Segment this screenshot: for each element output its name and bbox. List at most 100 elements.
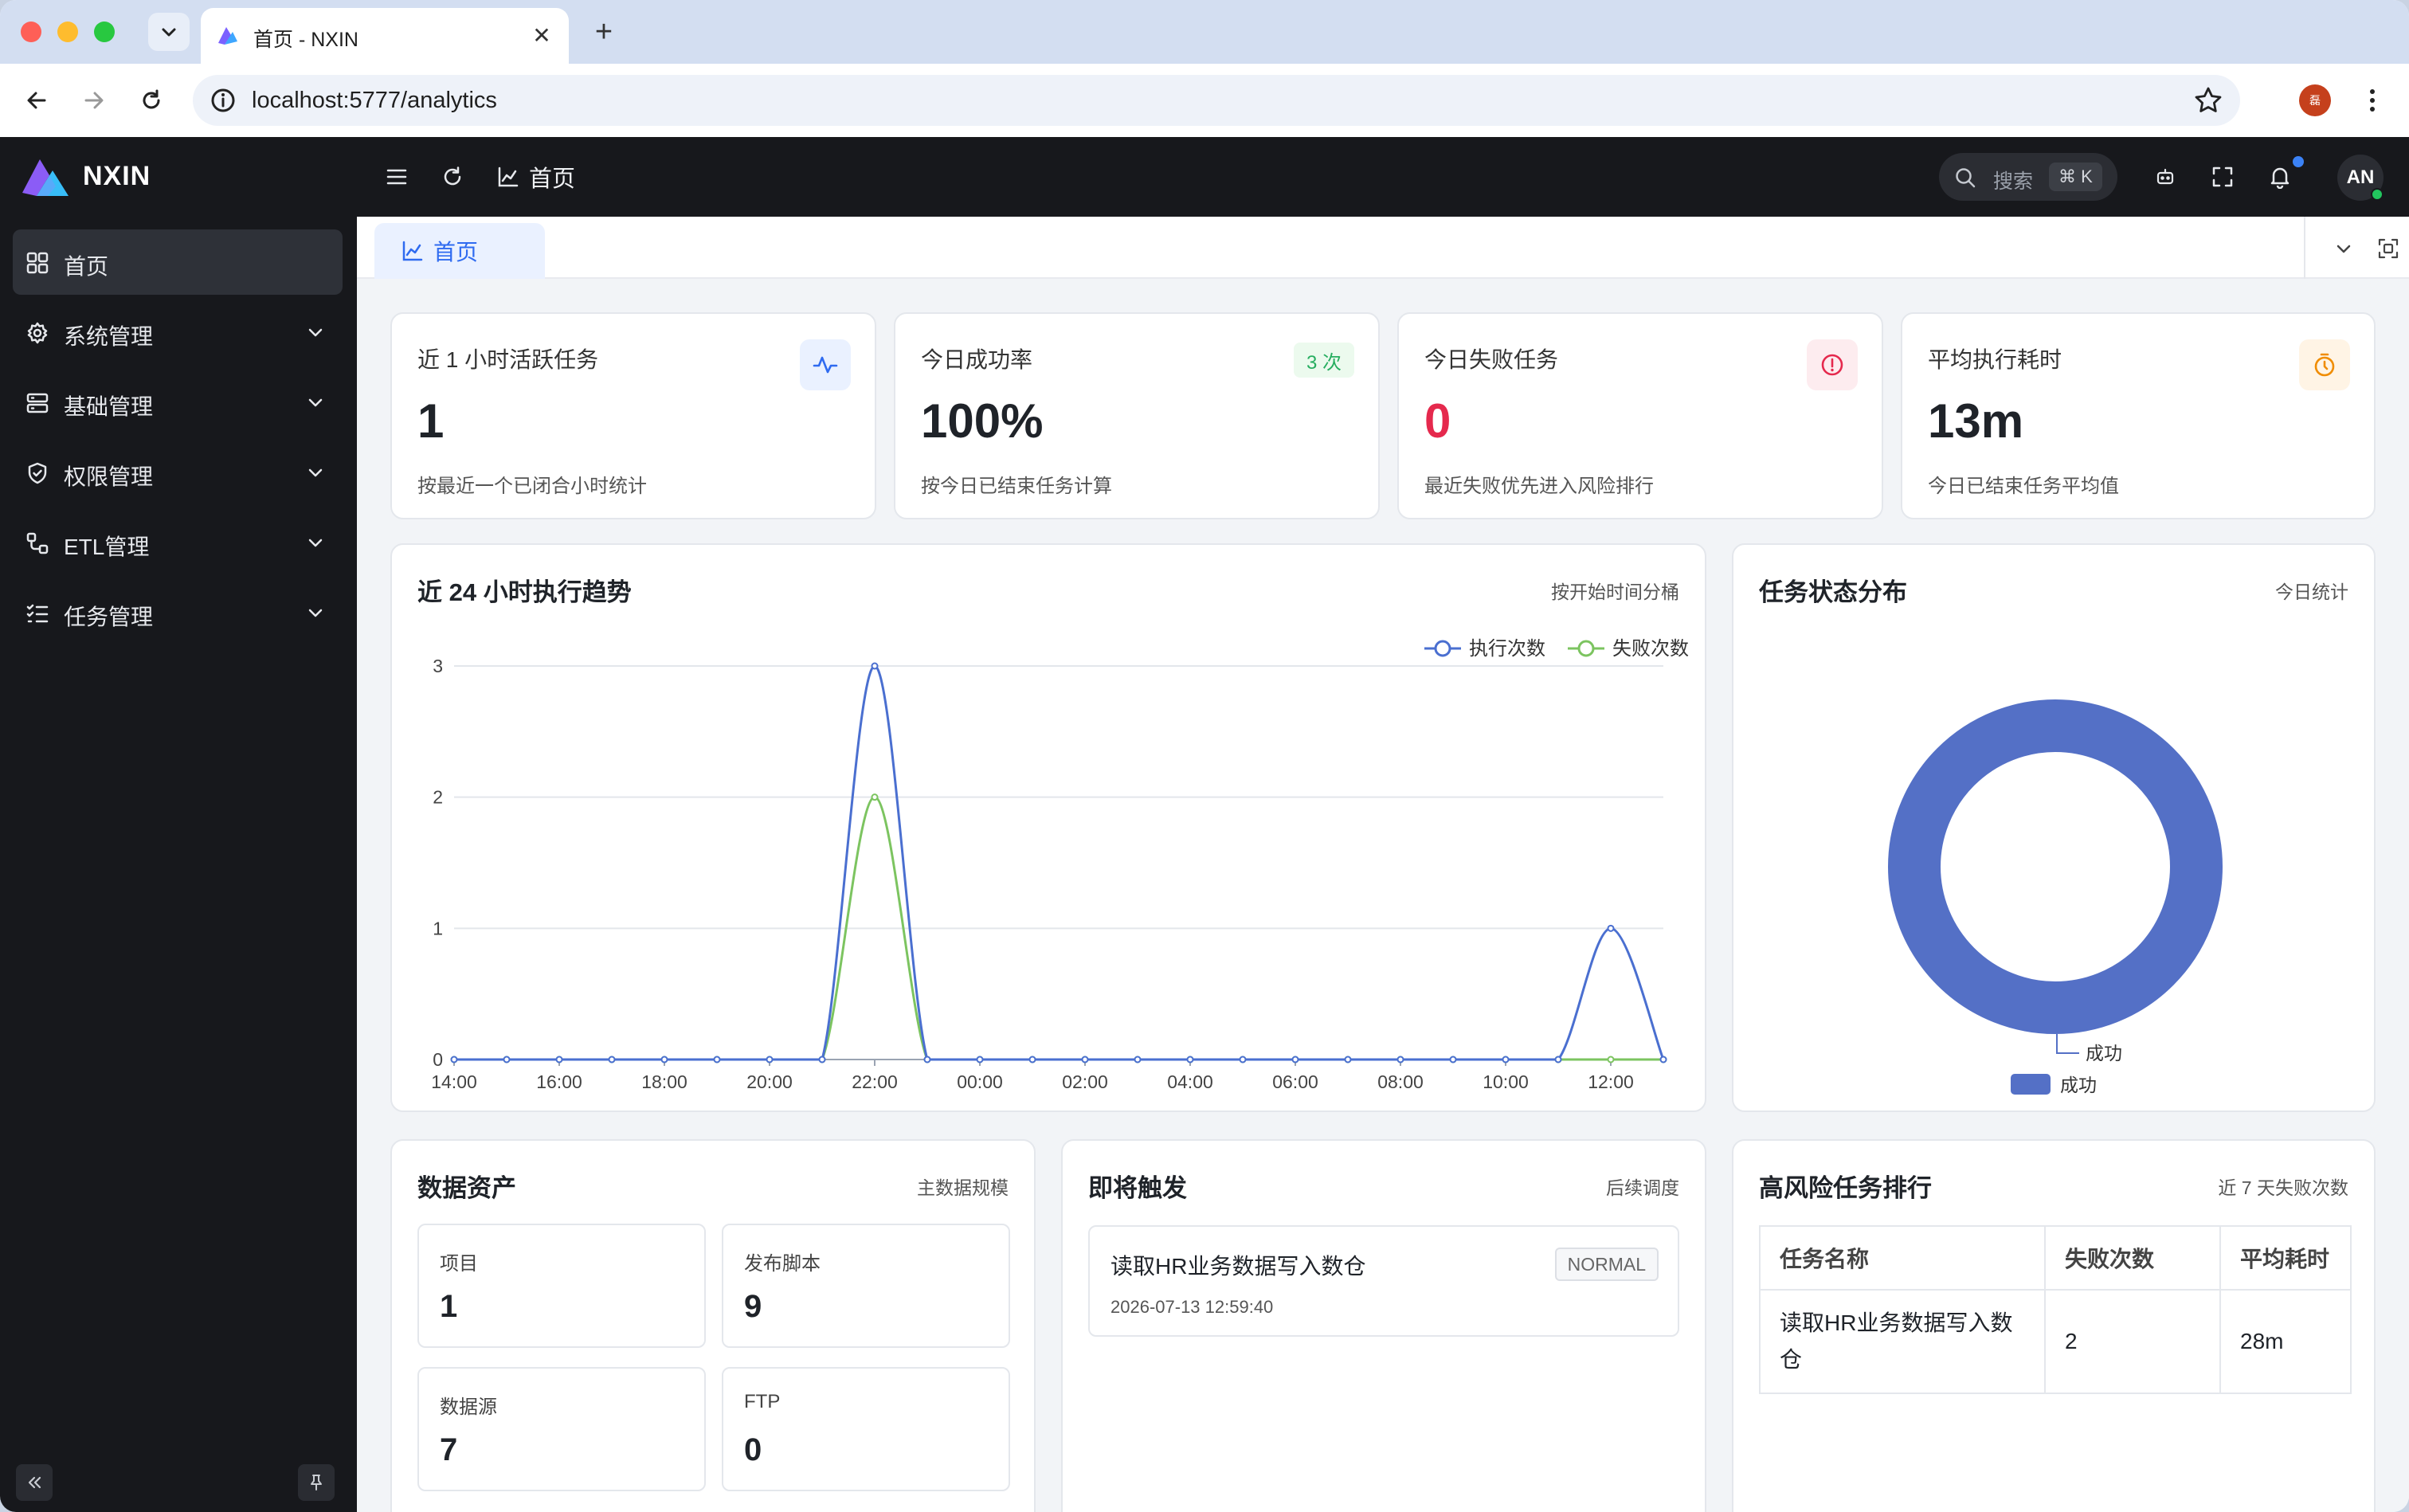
x-tick-label: 16:00 [536,1071,582,1092]
arrow-right-icon [84,92,104,109]
robot-icon [2156,168,2174,185]
profile-avatar[interactable]: 磊 [2299,84,2331,116]
x-tick-label: 00:00 [957,1071,1003,1092]
sidebar-item-home[interactable]: 首页 [13,229,343,295]
data-point[interactable] [766,1056,774,1063]
data-point[interactable] [450,1056,458,1063]
legend-label: 执行次数 [1469,638,1545,660]
data-point[interactable] [1659,1056,1667,1063]
column-header-fail-count[interactable]: 失败次数 [2044,1225,2221,1291]
collapse-sidebar-button[interactable] [16,1464,53,1501]
url-text[interactable]: localhost:5777/analytics [252,88,497,114]
stat-card-failed-tasks: 今日失败任务 0 最近失败优先进入风险排行 [1397,312,1883,519]
status-distribution-card: 任务状态分布 今日统计 成功 成功 [1732,543,2376,1112]
search-button[interactable]: 搜索 ⌘ K [1939,153,2117,201]
stat-title: 今日成功率 [921,347,1033,372]
data-point[interactable] [871,662,879,670]
data-point[interactable] [1607,924,1615,932]
stat-value: 100% [921,394,1044,448]
data-point[interactable] [1502,1056,1510,1063]
legend-item[interactable]: 执行次数 [1424,638,1545,660]
slice-label: 成功 [2086,1043,2122,1063]
data-point[interactable] [871,793,879,801]
data-point[interactable] [660,1056,668,1063]
data-point[interactable] [976,1056,984,1063]
data-point[interactable] [1396,1056,1404,1063]
tab-home[interactable]: 首页 [374,223,545,279]
assistant-button[interactable] [2149,161,2181,193]
brand-name: NXIN [83,161,151,191]
data-point[interactable] [608,1056,616,1063]
data-point[interactable] [1344,1056,1352,1063]
browser-menu-icon[interactable] [2356,84,2388,116]
pin-sidebar-button[interactable] [298,1464,335,1501]
trigger-task-name: 读取HR业务数据写入数仓 [1110,1254,1366,1279]
cell-task-name: 读取HR业务数据写入数仓 [1759,1289,2046,1394]
legend-item[interactable]: 成功 [2011,1074,2097,1095]
data-point[interactable] [1134,1056,1142,1063]
data-point[interactable] [503,1056,511,1063]
sidebar-item-system[interactable]: 系统管理 [13,300,343,365]
chevron-down-icon [162,28,176,37]
data-point[interactable] [1449,1056,1457,1063]
data-point[interactable] [1607,1056,1615,1063]
tab-menu-button[interactable] [2328,233,2360,264]
sidebar: NXIN 首页 系统管理 基础管理 权限管理 ETL管理 任务管理 [0,137,357,1512]
data-point[interactable] [818,1056,826,1063]
sidebar-item-label: ETL管理 [64,535,150,559]
fullscreen-button[interactable] [2207,161,2239,193]
nxin-logo-icon [22,159,69,196]
stat-value: 0 [1424,394,1451,448]
status-badge: NORMAL [1554,1248,1659,1281]
risk-ranking-card: 高风险任务排行 近 7 天失败次数 任务名称 失败次数 平均耗时 读取HR业务数… [1732,1139,2376,1512]
data-point[interactable] [1186,1056,1194,1063]
chevron-down-icon [308,328,323,337]
server-icon [26,393,49,413]
asset-value: 1 [440,1289,458,1324]
bookmark-star-icon[interactable] [2192,84,2224,116]
data-point[interactable] [713,1056,721,1063]
maximize-content-button[interactable] [2372,233,2404,264]
notifications-button[interactable] [2264,161,2296,193]
data-point[interactable] [1291,1056,1299,1063]
donut-slice[interactable] [1888,699,2223,1034]
back-button[interactable] [18,81,56,119]
column-header-task-name[interactable]: 任务名称 [1759,1225,2046,1291]
sidebar-item-etl[interactable]: ETL管理 [13,510,343,575]
data-point[interactable] [923,1056,931,1063]
site-info-icon[interactable] [209,86,237,115]
sidebar-item-permission[interactable]: 权限管理 [13,440,343,505]
zoom-window-button[interactable] [94,22,115,42]
sidebar-item-task[interactable]: 任务管理 [13,580,343,645]
refresh-icon [444,166,461,186]
menu-toggle-button[interactable] [381,161,413,193]
tab-search-button[interactable] [148,13,190,51]
asset-item-datasources: 数据源 7 [417,1367,706,1491]
data-point[interactable] [555,1056,563,1063]
reload-button[interactable] [132,81,170,119]
legend-item[interactable]: 失败次数 [1568,638,1689,660]
legend-label: 成功 [2060,1075,2097,1095]
close-tab-icon[interactable]: ✕ [526,19,558,51]
new-tab-button[interactable]: + [586,14,621,49]
data-point[interactable] [1554,1056,1562,1063]
data-point[interactable] [1028,1056,1036,1063]
close-window-button[interactable] [21,22,41,42]
breadcrumb[interactable]: 首页 [497,161,575,193]
refresh-button[interactable] [437,161,468,193]
sidebar-item-basic[interactable]: 基础管理 [13,370,343,435]
trend-line-chart: 0 1 2 3 14:00 16:00 18:00 20:00 22:00 00:00 02:00 0… [431,638,1689,1092]
minimize-window-button[interactable] [57,22,78,42]
card-subtitle: 后续调度 [1606,1177,1679,1198]
column-header-avg-duration[interactable]: 平均耗时 [2219,1225,2352,1291]
x-tick-label: 02:00 [1062,1071,1108,1092]
list-item[interactable]: 读取HR业务数据写入数仓 2026-07-13 12:59:40 NORMAL [1088,1225,1679,1337]
data-point[interactable] [1239,1056,1247,1063]
search-icon [1956,168,1976,188]
asset-value: 0 [744,1432,762,1467]
address-bar[interactable]: localhost:5777/analytics [193,75,2240,126]
table-row[interactable]: 读取HR业务数据写入数仓 2 28m [1759,1289,2352,1394]
data-point[interactable] [1081,1056,1089,1063]
forward-button[interactable] [75,81,113,119]
browser-tab-active[interactable]: 首页 - NXIN ✕ [201,8,569,64]
